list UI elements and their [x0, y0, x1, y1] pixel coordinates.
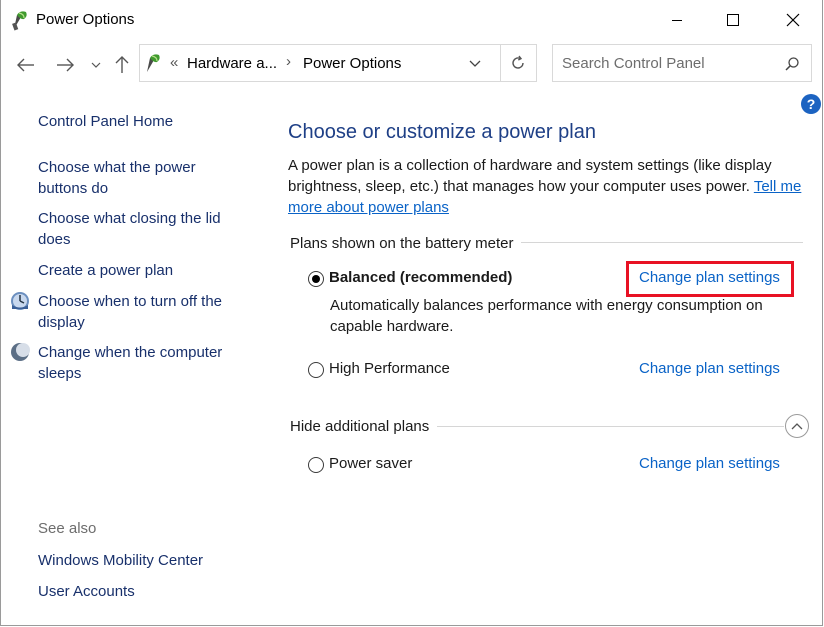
- chevron-up-icon: [791, 423, 803, 430]
- close-icon: [786, 13, 800, 27]
- balanced-plan-label[interactable]: Balanced (recommended): [329, 269, 512, 286]
- back-button[interactable]: [14, 53, 38, 77]
- search-icon[interactable]: [785, 57, 799, 71]
- back-arrow-icon: [17, 58, 34, 72]
- maximize-icon: [727, 14, 739, 26]
- sleep-moon-icon: [11, 343, 30, 361]
- turn-off-display-link[interactable]: Choose when to turn off the display: [38, 291, 243, 333]
- power-options-location-icon: [147, 54, 160, 72]
- breadcrumb-separator[interactable]: ›: [286, 53, 291, 70]
- minimize-button[interactable]: [654, 0, 700, 40]
- up-button[interactable]: [112, 53, 132, 77]
- power-buttons-link[interactable]: Choose what the power buttons do: [38, 157, 243, 199]
- collapse-additional-plans-button[interactable]: [785, 414, 809, 438]
- page-title: Choose or customize a power plan: [288, 121, 596, 143]
- breadcrumb-power-options[interactable]: Power Options: [303, 55, 401, 72]
- close-button[interactable]: [770, 0, 816, 40]
- power-saver-plan-label[interactable]: Power saver: [329, 455, 412, 472]
- windows-mobility-center-link[interactable]: Windows Mobility Center: [38, 550, 243, 571]
- see-also-heading: See also: [38, 520, 97, 537]
- power-saver-change-plan-settings-link[interactable]: Change plan settings: [639, 455, 780, 472]
- battery-meter-heading: Plans shown on the battery meter: [290, 235, 522, 252]
- help-icon[interactable]: ?: [801, 94, 821, 114]
- page-description: A power plan is a collection of hardware…: [288, 155, 813, 218]
- control-panel-home-link[interactable]: Control Panel Home: [38, 111, 243, 132]
- address-overflow-chevron[interactable]: «: [170, 54, 178, 71]
- high-performance-radio[interactable]: [308, 362, 324, 378]
- forward-button[interactable]: [53, 53, 77, 77]
- title-bar: Power Options: [0, 0, 824, 40]
- highlight-box: [626, 261, 794, 297]
- description-text: A power plan is a collection of hardware…: [288, 157, 772, 195]
- balanced-radio[interactable]: [308, 271, 324, 287]
- address-divider: [500, 45, 501, 81]
- balanced-plan-description: Automatically balances performance with …: [330, 297, 763, 335]
- hide-additional-plans-heading[interactable]: Hide additional plans: [290, 418, 438, 435]
- window-title: Power Options: [36, 11, 135, 28]
- power-saver-radio[interactable]: [308, 457, 324, 473]
- address-bar[interactable]: « Hardware a... › Power Options: [139, 44, 537, 82]
- recent-locations-button[interactable]: [88, 55, 104, 75]
- closing-lid-link[interactable]: Choose what closing the lid does: [38, 208, 243, 250]
- computer-sleeps-link[interactable]: Change when the computer sleeps: [38, 342, 243, 384]
- search-placeholder[interactable]: Search Control Panel: [562, 55, 705, 72]
- chevron-down-icon: [91, 62, 101, 68]
- up-arrow-icon: [115, 56, 129, 73]
- search-box[interactable]: Search Control Panel: [552, 44, 812, 82]
- user-accounts-link[interactable]: User Accounts: [38, 581, 243, 602]
- forward-arrow-icon: [57, 58, 74, 72]
- display-off-icon: [11, 292, 29, 310]
- high-performance-change-plan-settings-link[interactable]: Change plan settings: [639, 360, 780, 377]
- power-options-app-icon: [12, 11, 27, 31]
- refresh-icon[interactable]: [510, 55, 526, 71]
- maximize-button[interactable]: [710, 0, 756, 40]
- address-history-chevron-icon[interactable]: [469, 60, 481, 68]
- high-performance-plan-label[interactable]: High Performance: [329, 360, 450, 377]
- create-power-plan-link[interactable]: Create a power plan: [38, 260, 243, 281]
- minimize-icon: [672, 20, 682, 21]
- breadcrumb-hardware[interactable]: Hardware a...: [187, 55, 277, 72]
